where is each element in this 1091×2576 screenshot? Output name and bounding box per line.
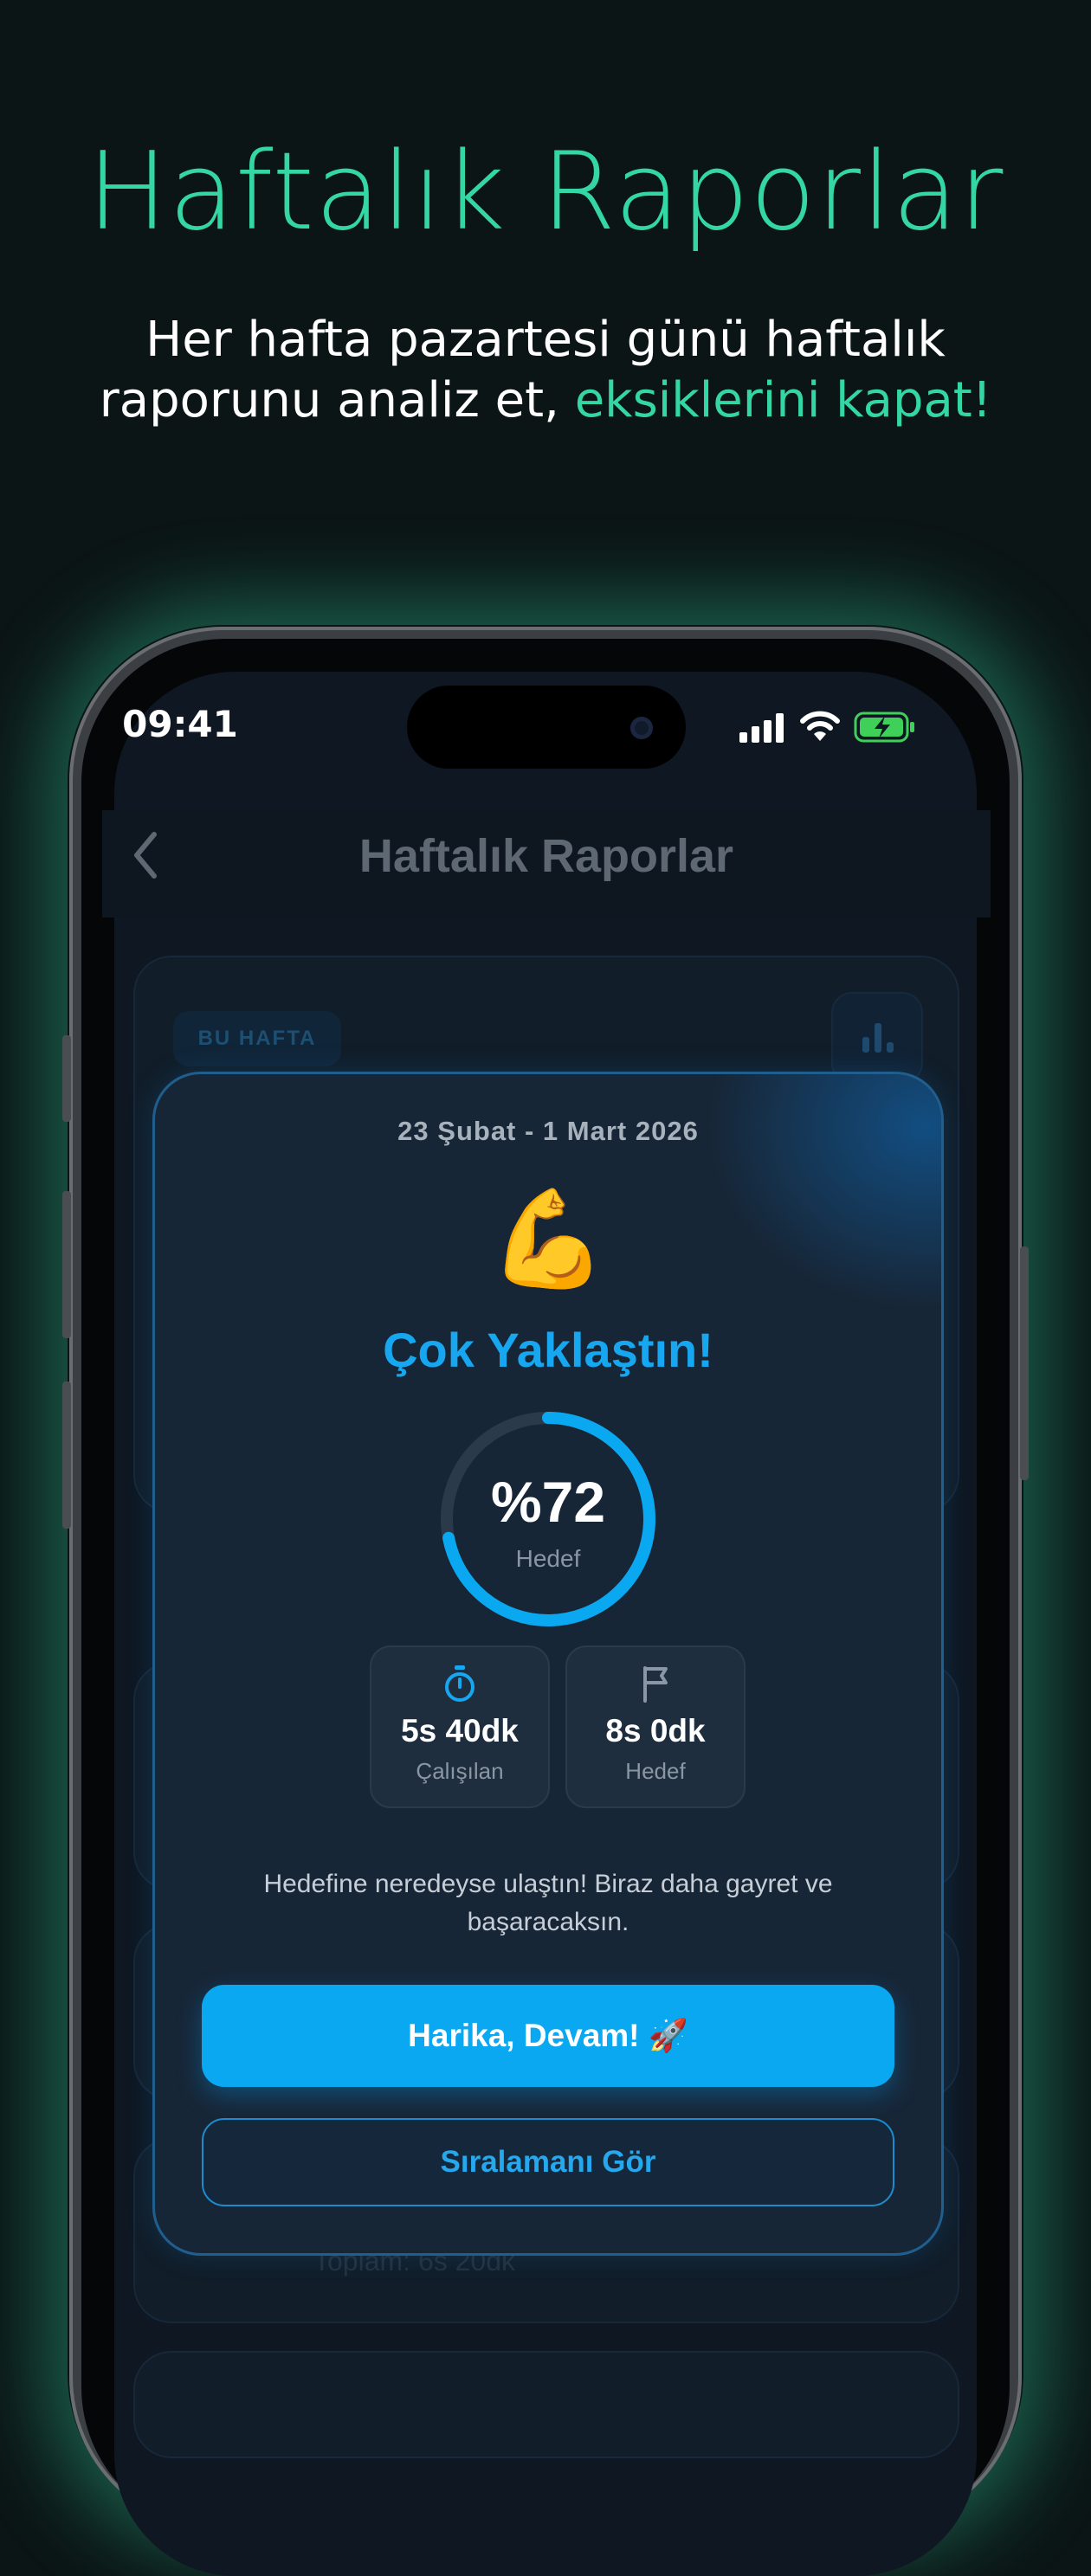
subline-part2: raporunu analiz et, xyxy=(99,372,559,428)
promo-headline: Haftalık Raporlar xyxy=(87,130,1004,254)
progress-label: Hedef xyxy=(515,1545,581,1572)
stat-goal-value: 8s 0dk xyxy=(605,1713,706,1748)
stat-worked-label: Çalışılan xyxy=(416,1758,504,1784)
stat-worked-value: 5s 40dk xyxy=(401,1713,519,1748)
stat-goal-label: Hedef xyxy=(625,1758,686,1784)
status-title: Çok Yaklaştın! xyxy=(383,1323,713,1377)
front-camera xyxy=(630,717,653,739)
status-time: 09:41 xyxy=(122,703,238,745)
stat-goal: 8s 0dk Hedef xyxy=(565,1645,746,1808)
see-ranking-button[interactable]: Sıralamanı Gör xyxy=(202,2118,894,2206)
action-button xyxy=(62,1035,71,1122)
flag-icon xyxy=(643,1666,668,1703)
nav-title: Haftalık Raporlar xyxy=(358,830,734,882)
subline-accent: eksiklerini kapat! xyxy=(574,372,992,428)
battery-charging-icon xyxy=(854,712,914,743)
stopwatch-icon xyxy=(445,1665,474,1702)
wifi-icon xyxy=(800,711,840,741)
cellular-signal-icon xyxy=(739,713,784,743)
chart-button xyxy=(831,992,923,1084)
this-week-badge: BU HAFTA xyxy=(173,1011,341,1066)
volume-up-button xyxy=(62,1191,71,1338)
power-button xyxy=(1020,1246,1029,1480)
background-card-5 xyxy=(133,2351,959,2458)
stat-worked: 5s 40dk Çalışılan xyxy=(370,1645,550,1808)
flexed-biceps-icon: 💪 xyxy=(488,1183,608,1294)
progress-value: %72 xyxy=(490,1470,606,1534)
continue-button[interactable]: Harika, Devam! 🚀 xyxy=(202,1985,894,2087)
date-range: 23 Şubat - 1 Mart 2026 xyxy=(397,1116,699,1146)
volume-down-button xyxy=(62,1381,71,1529)
weekly-report-modal: 23 Şubat - 1 Mart 2026 💪 Çok Yaklaştın! … xyxy=(152,1072,944,2256)
encouragement-message: Hedefine neredeyse ulaştın! Biraz daha g… xyxy=(263,1870,833,1936)
subline-part1: Her hafta pazartesi günü haftalık xyxy=(145,312,946,368)
bar-chart-icon xyxy=(862,1023,894,1053)
promo-subline: Her hafta pazartesi günü haftalık raporu… xyxy=(0,310,1091,431)
